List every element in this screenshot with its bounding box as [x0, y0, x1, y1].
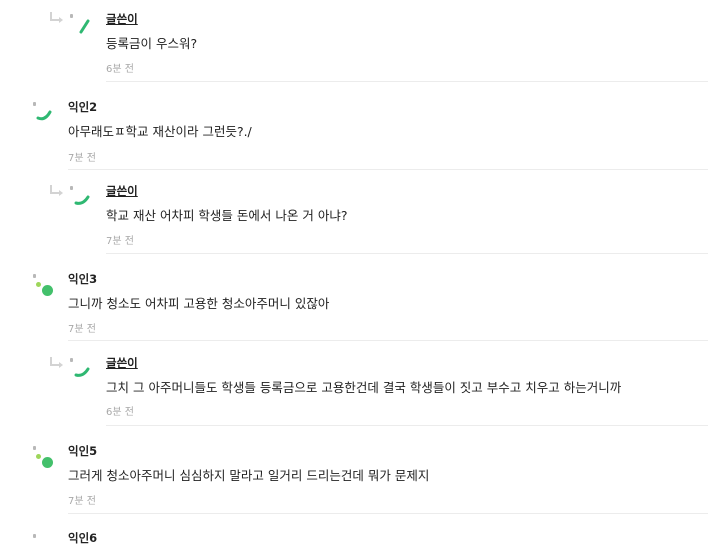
comment-author[interactable]: 글쓴이 — [106, 11, 138, 27]
avatar[interactable] — [33, 102, 53, 126]
comment-text: 학교 재산 어차피 학생들 돈에서 나온 거 아냐? — [106, 208, 348, 223]
comment-time: 7분 전 — [68, 153, 96, 164]
comment-time: 7분 전 — [68, 324, 96, 335]
comment-author[interactable]: 익인5 — [68, 443, 97, 459]
comment-text: 그치 그 아주머니들도 학생들 등록금으로 고용한건데 결국 학생들이 짓고 부… — [106, 380, 622, 395]
comment-author[interactable]: 익인3 — [68, 271, 97, 287]
comment-time: 7분 전 — [106, 236, 134, 247]
comment-reply: 글쓴이 학교 재산 어차피 학생들 돈에서 나온 거 아냐? 7분 전 — [0, 170, 708, 254]
avatar[interactable] — [33, 446, 53, 470]
comment: 익인2 아무래도ㅍ학교 재산이라 그런듯?./ 7분 전 — [0, 82, 708, 170]
comment-author[interactable]: 글쓴이 — [106, 355, 138, 371]
avatar[interactable] — [70, 358, 90, 382]
comment-author[interactable]: 글쓴이 — [106, 183, 138, 199]
comment: 익인3 그니까 청소도 어차피 고용한 청소아주머니 있잖아 7분 전 — [0, 254, 708, 342]
comment: 익인6 — [0, 514, 708, 545]
avatar[interactable] — [70, 14, 90, 38]
reply-arrow-icon — [50, 12, 63, 23]
comment-text: 그니까 청소도 어차피 고용한 청소아주머니 있잖아 — [68, 296, 330, 311]
comment-author[interactable]: 익인6 — [68, 530, 97, 546]
comment: 익인5 그러게 청소아주머니 심심하지 말라고 일거리 드리는건데 뭐가 문제지… — [0, 426, 708, 514]
comment-time: 6분 전 — [106, 407, 134, 418]
comment-time: 6분 전 — [106, 64, 134, 75]
comment-author[interactable]: 익인2 — [68, 99, 97, 115]
divider — [68, 340, 708, 341]
avatar[interactable] — [33, 274, 53, 298]
comment-text: 그러게 청소아주머니 심심하지 말라고 일거리 드리는건데 뭐가 문제지 — [68, 468, 430, 483]
reply-arrow-icon — [50, 185, 63, 196]
avatar[interactable] — [70, 186, 90, 210]
comment-time: 7분 전 — [68, 496, 96, 507]
comment-reply: 글쓴이 그치 그 아주머니들도 학생들 등록금으로 고용한건데 결국 학생들이 … — [0, 342, 708, 426]
comment-reply: 글쓴이 등록금이 우스워? 6분 전 — [0, 0, 708, 82]
comment-text: 아무래도ㅍ학교 재산이라 그런듯?./ — [68, 124, 252, 139]
comment-text: 등록금이 우스워? — [106, 36, 198, 51]
reply-arrow-icon — [50, 357, 63, 368]
